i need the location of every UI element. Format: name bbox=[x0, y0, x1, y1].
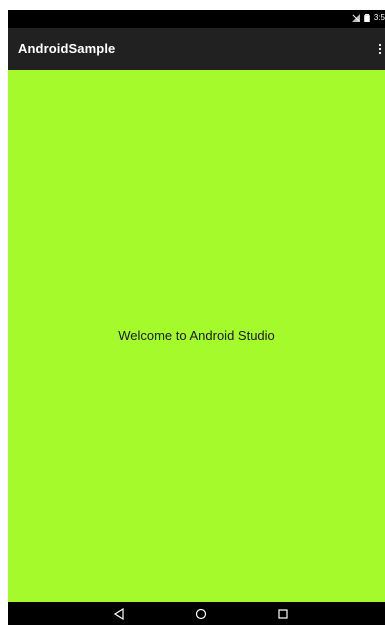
main-content: Welcome to Android Studio bbox=[8, 70, 385, 602]
app-title: AndroidSample bbox=[18, 41, 116, 56]
recents-button[interactable] bbox=[273, 605, 293, 623]
status-icons: 3:5 bbox=[351, 13, 385, 22]
app-bar: AndroidSample bbox=[8, 28, 385, 70]
overflow-menu-button[interactable] bbox=[375, 38, 385, 60]
recents-icon bbox=[278, 609, 288, 619]
no-sim-signal-icon bbox=[351, 13, 360, 22]
welcome-text: Welcome to Android Studio bbox=[118, 328, 275, 343]
battery-icon bbox=[364, 13, 370, 22]
more-vertical-icon bbox=[378, 43, 382, 55]
back-button[interactable] bbox=[109, 605, 129, 623]
home-button[interactable] bbox=[191, 605, 211, 623]
home-icon bbox=[195, 608, 207, 620]
status-bar: 3:5 bbox=[8, 10, 385, 28]
navigation-bar bbox=[8, 602, 385, 625]
status-time: 3:5 bbox=[373, 13, 385, 22]
back-icon bbox=[113, 608, 124, 620]
device-screen: 3:5 AndroidSample Welcome to Android Stu… bbox=[8, 10, 385, 625]
